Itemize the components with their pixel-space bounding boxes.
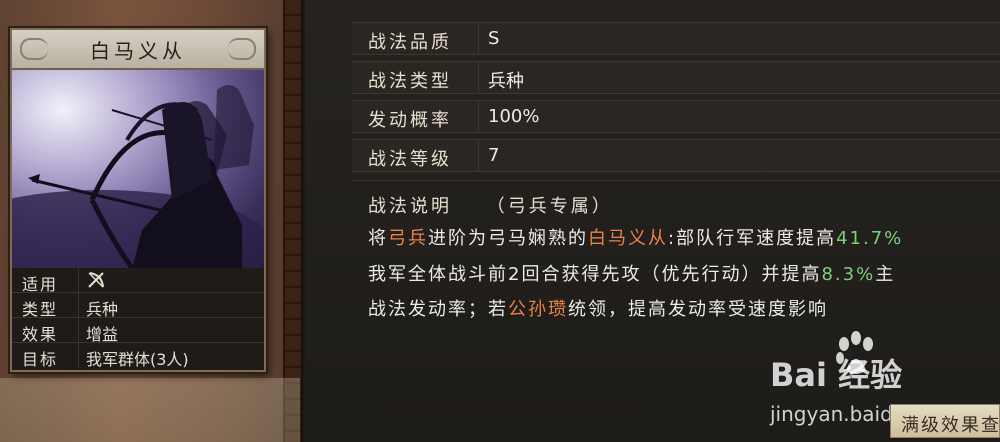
info-row-level: 战法等级 7 bbox=[352, 139, 1000, 172]
description-line-2: 我军全体战斗前2回合获得先攻（优先行动）并提高8.3%主 bbox=[368, 260, 895, 286]
description-text: 战法发动率；若 bbox=[368, 299, 508, 320]
wood-divider bbox=[283, 0, 303, 442]
archers-silhouette-icon bbox=[12, 70, 264, 268]
troop-keyword: 弓兵 bbox=[388, 228, 428, 249]
attribute-row-applicable: 适用 bbox=[12, 268, 264, 294]
skill-name: 白马义从 bbox=[90, 38, 186, 63]
description-text: 统领，提高发动率受速度影响 bbox=[568, 299, 828, 320]
skill-card: 白马义从 适用 类型 兵种 效果 增益 目标 我军群体(3人) bbox=[10, 28, 266, 372]
attribute-divider bbox=[78, 318, 79, 343]
description-tag: （弓兵专属） bbox=[486, 196, 613, 217]
attribute-value: 兵种 bbox=[86, 300, 119, 319]
description-text: :部队行军速度提高 bbox=[668, 228, 837, 249]
attribute-value: 增益 bbox=[86, 325, 119, 344]
attribute-label: 效果 bbox=[22, 325, 59, 344]
info-row-type: 战法类型 兵种 bbox=[352, 61, 1000, 94]
info-divider bbox=[478, 140, 479, 171]
info-divider bbox=[478, 62, 479, 93]
attribute-label: 目标 bbox=[22, 350, 59, 369]
general-keyword: 公孙瓒 bbox=[508, 299, 568, 320]
activation-bonus-value: 8.3% bbox=[821, 264, 876, 285]
attribute-row-target: 目标 我军群体(3人) bbox=[12, 343, 264, 369]
skill-keyword: 白马义从 bbox=[588, 228, 668, 249]
description-text: 主 bbox=[875, 264, 896, 285]
info-row-probability: 发动概率 100% bbox=[352, 100, 1000, 133]
full-effect-button[interactable]: 满级效果查看 bbox=[890, 404, 1000, 438]
section-divider bbox=[352, 180, 1000, 181]
attribute-divider bbox=[78, 268, 79, 293]
attribute-label: 适用 bbox=[22, 275, 59, 294]
info-label: 战法类型 bbox=[368, 71, 452, 92]
skill-description: 战法说明 （弓兵专属） 将弓兵进阶为弓马娴熟的白马义从:部队行军速度提高41.7… bbox=[352, 182, 1000, 332]
description-header: 战法说明 （弓兵专属） bbox=[368, 192, 613, 218]
info-label: 战法等级 bbox=[368, 149, 452, 170]
info-row-quality: 战法品质 S bbox=[352, 22, 1000, 55]
attribute-label: 类型 bbox=[22, 300, 59, 319]
scroll-decoration bbox=[0, 378, 300, 442]
info-divider bbox=[478, 23, 479, 54]
description-label: 战法说明 bbox=[368, 196, 452, 217]
attribute-divider bbox=[78, 343, 79, 368]
description-line-3: 战法发动率；若公孙瓒统领，提高发动率受速度影响 bbox=[368, 295, 828, 321]
info-divider bbox=[478, 101, 479, 132]
description-text: 将 bbox=[368, 228, 388, 249]
info-value: 7 bbox=[488, 145, 500, 166]
swirl-ornament-right-icon bbox=[228, 38, 256, 60]
skill-attributes: 适用 类型 兵种 效果 增益 目标 我军群体(3人) bbox=[12, 268, 264, 370]
bow-crossed-icon bbox=[86, 270, 106, 294]
attribute-value: 我军群体(3人) bbox=[86, 350, 189, 369]
info-label: 战法品质 bbox=[368, 32, 452, 53]
description-text: 进阶为弓马娴熟的 bbox=[428, 228, 588, 249]
watermark-logo: Bai 经验 bbox=[770, 356, 903, 394]
info-value: 100% bbox=[488, 106, 540, 127]
attribute-row-effect: 效果 增益 bbox=[12, 318, 264, 344]
skill-artwork bbox=[12, 70, 264, 268]
info-label: 发动概率 bbox=[368, 110, 452, 131]
attribute-row-type: 类型 兵种 bbox=[12, 293, 264, 319]
info-value: 兵种 bbox=[488, 71, 524, 92]
skill-card-title: 白马义从 bbox=[12, 30, 264, 70]
swirl-ornament-left-icon bbox=[20, 38, 48, 60]
info-value: S bbox=[488, 28, 500, 49]
speed-bonus-value: 41.7% bbox=[836, 228, 904, 249]
attribute-divider bbox=[78, 293, 79, 318]
description-line-1: 将弓兵进阶为弓马娴熟的白马义从:部队行军速度提高41.7% bbox=[368, 224, 903, 250]
description-text: 我军全体战斗前2回合获得先攻（优先行动）并提高 bbox=[368, 264, 822, 285]
